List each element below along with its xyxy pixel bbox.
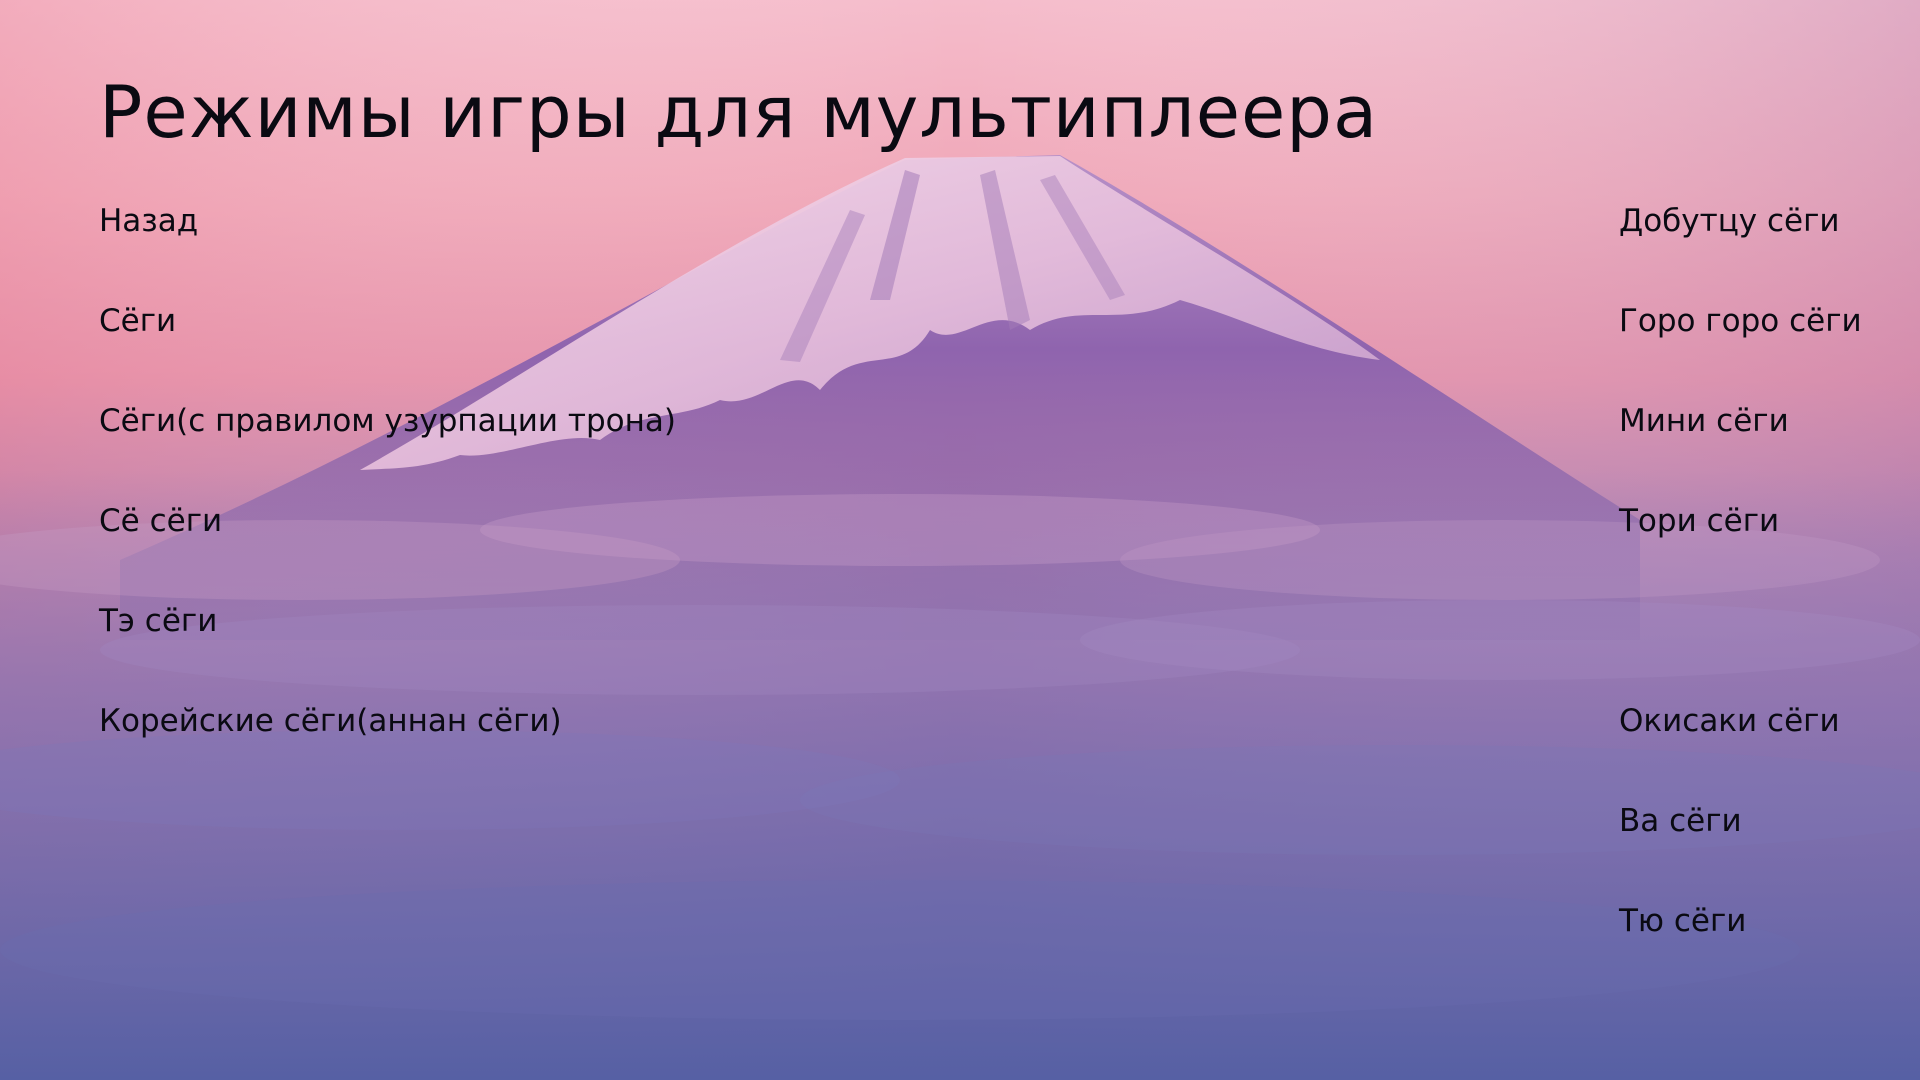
mode-shogi[interactable]: Сёги — [99, 296, 676, 396]
mode-te-shogi[interactable]: Тэ сёги — [99, 596, 676, 696]
mode-mini-shogi[interactable]: Мини сёги — [1619, 396, 1862, 496]
mode-dobutsu-shogi[interactable]: Добутцу сёги — [1619, 196, 1862, 296]
mode-sho-shogi[interactable]: Сё сёги — [99, 496, 676, 596]
mode-chu-shogi[interactable]: Тю сёги — [1619, 896, 1862, 996]
back-button[interactable]: Назад — [99, 196, 676, 296]
mode-tori-shogi[interactable]: Тори сёги — [1619, 496, 1862, 596]
page-title: Режимы игры для мультиплеера — [99, 70, 1379, 154]
mode-goro-goro-shogi[interactable]: Горо горо сёги — [1619, 296, 1862, 396]
mode-menu-right: Добутцу сёги Горо горо сёги Мини сёги То… — [1619, 196, 1862, 996]
mode-korean-shogi[interactable]: Корейские сёги(аннан сёги) — [99, 696, 676, 796]
mode-menu-left: Назад Сёги Сёги(с правилом узурпации тро… — [99, 196, 676, 796]
mode-okisaki-shogi[interactable]: Окисаки сёги — [1619, 696, 1862, 796]
mode-shogi-throne-rule[interactable]: Сёги(с правилом узурпации трона) — [99, 396, 676, 496]
mode-wa-shogi[interactable]: Ва сёги — [1619, 796, 1862, 896]
menu-spacer — [1619, 596, 1862, 696]
